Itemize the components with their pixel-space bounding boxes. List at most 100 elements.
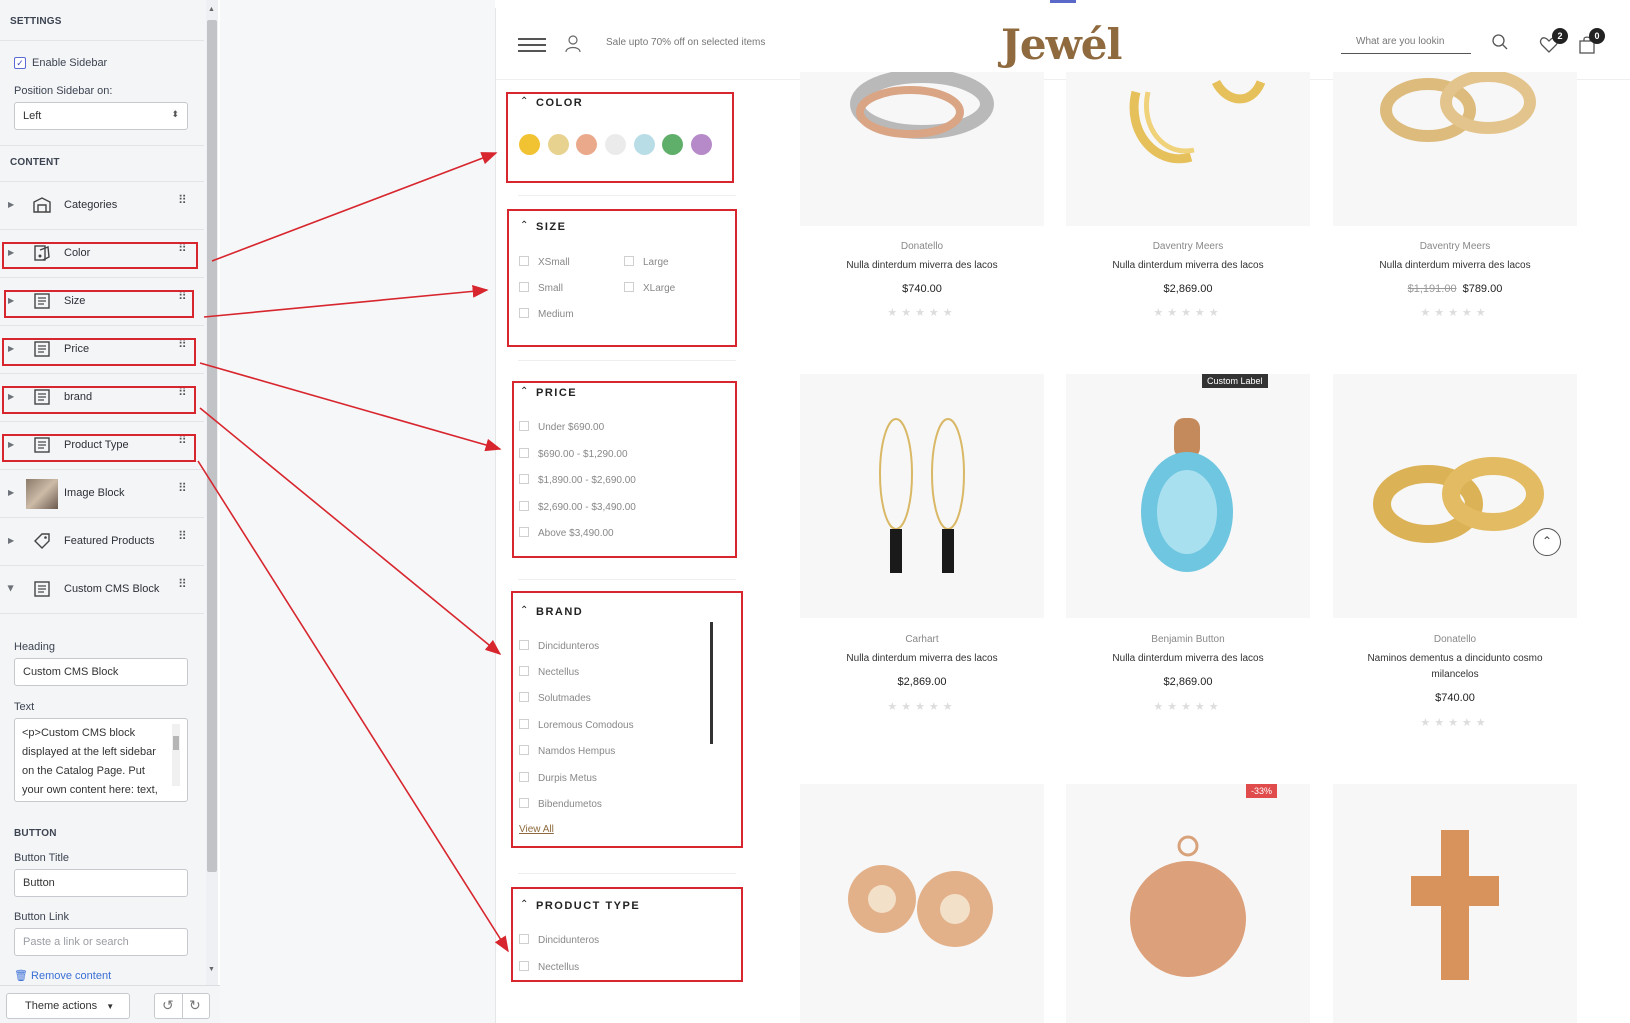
- product-price: $2,869.00: [897, 676, 947, 688]
- position-sidebar-label: Position Sidebar on:: [14, 85, 113, 97]
- product-image[interactable]: [1066, 72, 1310, 226]
- rating-stars: ★★★★★: [1153, 701, 1223, 713]
- flower-earrings-image: [848, 865, 993, 947]
- product-image[interactable]: [800, 69, 1044, 226]
- preview-canvas-background: [220, 0, 495, 1023]
- undo-icon[interactable]: ↺: [162, 997, 174, 1014]
- select-arrows-icon: ⬍: [171, 109, 179, 119]
- product-brand: Daventry Meers: [1152, 241, 1224, 252]
- product-image[interactable]: [1066, 784, 1310, 1023]
- product-image[interactable]: [1333, 784, 1577, 1023]
- filter-divider: [518, 360, 736, 361]
- product-name[interactable]: Nulla dinterdum miverra des lacos: [1066, 258, 1310, 274]
- drag-handle-icon[interactable]: ⠿: [178, 194, 187, 206]
- content-heading: CONTENT: [10, 157, 60, 168]
- scroll-down-icon[interactable]: ▼: [208, 966, 215, 973]
- product-image[interactable]: [800, 374, 1044, 618]
- block-row-custom-cms[interactable]: ▶ Custom CMS Block ⠿: [0, 566, 204, 614]
- ring-image: [850, 69, 994, 139]
- expand-caret-icon[interactable]: ▶: [8, 536, 14, 545]
- editor-scrollbar-thumb[interactable]: [207, 20, 217, 872]
- product-name[interactable]: Nulla dinterdum miverra des lacos: [800, 651, 1044, 667]
- button-title-input[interactable]: Button: [14, 869, 188, 897]
- store-logo[interactable]: Jewél: [1001, 20, 1122, 69]
- store-preview: Sale upto 70% off on selected items Jewé…: [495, 8, 1630, 1023]
- block-label: Image Block: [64, 487, 125, 499]
- theme-editor-sidebar: SETTINGS ✓ Enable Sidebar Position Sideb…: [0, 0, 208, 1023]
- remove-content-link[interactable]: 🗑 Remove content: [14, 969, 111, 982]
- promo-text: Sale upto 70% off on selected items: [606, 37, 766, 48]
- search-input[interactable]: What are you lookin: [1341, 30, 1471, 54]
- highlight-product-type-block: [2, 434, 196, 462]
- product-image[interactable]: ⌃: [1333, 374, 1577, 618]
- scroll-top-button[interactable]: ⌃: [1533, 528, 1561, 556]
- menu-icon[interactable]: [518, 38, 546, 52]
- gold-disc-pendant-image: [1130, 835, 1246, 977]
- drag-handle-icon[interactable]: ⠿: [178, 530, 187, 542]
- product-sale-price: $789.00: [1462, 283, 1503, 295]
- drag-handle-icon[interactable]: ⠿: [178, 578, 187, 590]
- trash-icon: 🗑: [14, 970, 28, 982]
- search-icon[interactable]: [1491, 33, 1509, 51]
- block-row-image-block[interactable]: ▶ Image Block ⠿: [0, 470, 204, 518]
- remove-content-label: Remove content: [31, 970, 112, 982]
- product-image[interactable]: [800, 784, 1044, 1023]
- rating-stars: ★★★★★: [887, 701, 957, 713]
- rating-stars: ★★★★★: [1420, 307, 1490, 319]
- button-link-label: Button Link: [14, 911, 70, 923]
- preview-indicator: [1050, 0, 1076, 3]
- product-price: $740.00: [1435, 692, 1475, 704]
- button-heading: BUTTON: [14, 828, 57, 839]
- filter-divider: [518, 579, 736, 580]
- settings-heading: SETTINGS: [10, 16, 62, 27]
- product-image[interactable]: [1333, 70, 1577, 226]
- cross-pendant-image: [1411, 830, 1499, 980]
- filter-divider: [518, 195, 736, 196]
- store-header: Sale upto 70% off on selected items Jewé…: [496, 8, 1630, 80]
- cart-count-badge: 0: [1589, 28, 1605, 44]
- block-row-featured-products[interactable]: ▶ Featured Products ⠿: [0, 518, 204, 566]
- image-thumbnail: [26, 479, 58, 509]
- highlight-price-filter: [512, 381, 737, 558]
- heading-label: Heading: [14, 641, 55, 653]
- scroll-up-icon[interactable]: ▲: [208, 6, 215, 13]
- product-name[interactable]: Nulla dinterdum miverra des lacos: [800, 258, 1044, 274]
- highlight-brand-filter: [511, 591, 743, 848]
- wishlist-count-badge: 2: [1552, 28, 1568, 44]
- block-label: Custom CMS Block: [64, 583, 160, 595]
- theme-actions-button[interactable]: Theme actions ▼: [6, 993, 130, 1019]
- button-link-input[interactable]: Paste a link or search: [14, 928, 188, 956]
- custom-label-badge: Custom Label: [1202, 374, 1268, 388]
- heading-input[interactable]: Custom CMS Block: [14, 658, 188, 686]
- divider: [0, 40, 204, 41]
- rating-stars: ★★★★★: [1153, 307, 1223, 319]
- product-name[interactable]: Nulla dinterdum miverra des lacos: [1333, 258, 1577, 274]
- enable-sidebar-label: Enable Sidebar: [32, 57, 108, 69]
- redo-icon[interactable]: ↻: [189, 997, 201, 1014]
- block-row-categories[interactable]: ▶ Categories ⠿: [0, 182, 204, 230]
- enable-sidebar-checkbox[interactable]: ✓: [14, 57, 26, 69]
- rating-stars: ★★★★★: [887, 307, 957, 319]
- textarea-scrollbar[interactable]: [172, 724, 180, 786]
- product-name[interactable]: Naminos dementus a dincidunto cosmo mila…: [1333, 651, 1577, 683]
- divider: [0, 145, 204, 146]
- expand-caret-icon[interactable]: ▶: [8, 200, 14, 209]
- product-name[interactable]: Nulla dinterdum miverra des lacos: [1066, 651, 1310, 667]
- expand-caret-icon[interactable]: ▶: [8, 488, 14, 497]
- caret-down-icon: ▼: [106, 1002, 115, 1011]
- collapse-caret-icon[interactable]: ▶: [7, 585, 16, 591]
- text-textarea[interactable]: <p>Custom CMS block displayed at the lef…: [14, 718, 188, 802]
- tassel-earrings-image: [879, 418, 965, 573]
- product-price: $1,191.00 $789.00: [1333, 283, 1577, 295]
- gold-bands-image: [1373, 457, 1544, 543]
- button-title-label: Button Title: [14, 852, 70, 864]
- drag-handle-icon[interactable]: ⠿: [178, 482, 187, 494]
- user-icon[interactable]: [564, 35, 582, 53]
- product-brand: Benjamin Button: [1151, 634, 1225, 645]
- aquamarine-pendant-image: [1141, 418, 1233, 572]
- block-label: Featured Products: [64, 535, 155, 547]
- product-image[interactable]: [1066, 374, 1310, 618]
- text-block-icon: [34, 581, 50, 597]
- earrings-image: [1129, 79, 1266, 164]
- position-sidebar-select[interactable]: Left ⬍: [14, 102, 188, 130]
